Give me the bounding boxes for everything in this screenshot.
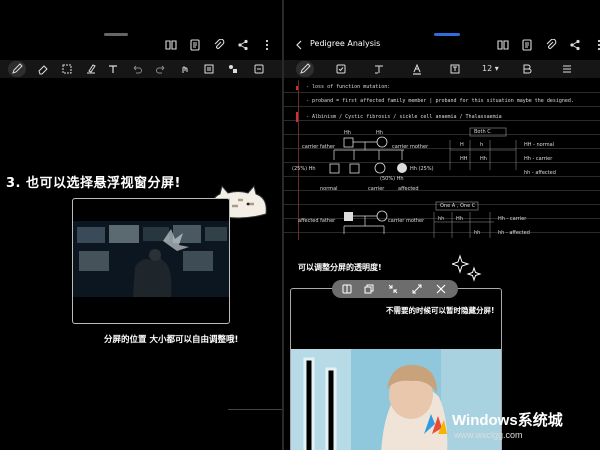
right-drawing-toolbar: 12 ▾ <box>284 60 600 78</box>
pen-icon[interactable] <box>10 62 24 76</box>
right-caption-bottom: 不需要的时候可以暂时隐藏分屏! <box>386 306 495 315</box>
label-carrier-mother: carrier mother <box>388 218 425 224</box>
close-icon[interactable] <box>434 282 448 296</box>
expand-icon[interactable] <box>410 282 424 296</box>
genotype-normal: HH - normal <box>524 142 555 148</box>
list-format-icon[interactable] <box>560 62 574 76</box>
punnett-cell: hh <box>474 230 481 236</box>
label-pct3: Hh (25%) <box>410 166 434 172</box>
punnett-cell: HH <box>460 156 468 162</box>
book-icon[interactable] <box>496 38 510 52</box>
left-drawing-toolbar <box>0 60 282 78</box>
right-pane: Pedigree Analysis 12 ▾ - loss of functio… <box>284 0 600 450</box>
left-pane: 3. 也可以选择悬浮视窗分屏! 分屏的位置 大小都可以自由调整哦! <box>0 0 282 450</box>
share-icon[interactable] <box>236 38 250 52</box>
genotype-affected: hh - affected <box>524 170 556 176</box>
book-icon[interactable] <box>164 38 178 52</box>
watermark-url: www.wxclgg.com <box>454 430 523 440</box>
punnett-cell: H <box>460 142 464 148</box>
minimize-icon[interactable] <box>386 282 400 296</box>
text-color-icon[interactable] <box>410 62 424 76</box>
attachment-icon[interactable] <box>544 38 558 52</box>
sparkle-icon <box>452 254 482 282</box>
floating-video-window[interactable] <box>72 198 230 324</box>
genotype-affected: hh - affected <box>498 230 530 236</box>
watermark-title: Windows系统城 <box>452 412 563 429</box>
document-icon[interactable] <box>188 38 202 52</box>
label-hh: Hh <box>376 130 383 136</box>
undo-icon[interactable] <box>130 62 144 76</box>
genotype-carrier: Hh - carrier <box>498 216 527 222</box>
right-top-toolbar <box>496 38 600 52</box>
label-normal: normal <box>320 186 338 192</box>
redo-icon[interactable] <box>154 62 168 76</box>
left-drag-handle[interactable] <box>104 33 128 36</box>
punnett-cell: Hh <box>480 156 487 162</box>
punnett-cell: Hh <box>456 216 463 222</box>
video-frame <box>73 221 229 297</box>
scan-icon[interactable] <box>202 62 216 76</box>
opacity-icon[interactable] <box>340 282 354 296</box>
windows-logo-icon <box>424 414 447 434</box>
genotype-carrier: Hh - carrier <box>524 156 553 162</box>
more-icon[interactable] <box>260 38 274 52</box>
share-icon[interactable] <box>568 38 582 52</box>
label-carrier-mother: carrier mother <box>392 144 429 150</box>
text-box-icon[interactable] <box>448 62 462 76</box>
switch-icon[interactable] <box>362 282 376 296</box>
punnett-cell: h <box>480 142 484 148</box>
label-carrier: carrier <box>368 186 385 192</box>
right-header: Pedigree Analysis <box>284 36 600 54</box>
checkbox-icon[interactable] <box>334 62 348 76</box>
notes-canvas[interactable]: - loss of function mutation: - proband =… <box>284 80 600 240</box>
label-pct1: (25%) Hh <box>292 166 316 172</box>
text-icon[interactable] <box>106 62 120 76</box>
back-arrow-icon[interactable] <box>292 38 306 52</box>
left-caption-bottom: 分屏的位置 大小都可以自由调整哦! <box>104 335 239 345</box>
right-caption-top: 可以调整分屏的透明度! <box>298 263 382 272</box>
pen-icon[interactable] <box>298 62 312 76</box>
eraser-icon[interactable] <box>36 62 50 76</box>
attachment-icon[interactable] <box>212 38 226 52</box>
lasso-icon[interactable] <box>60 62 74 76</box>
read-mode-icon[interactable] <box>252 62 266 76</box>
label-pct2: (50%) Hh <box>380 176 404 182</box>
bold-icon[interactable] <box>520 62 534 76</box>
box-label: One A , One C <box>440 203 476 209</box>
text-style-icon[interactable] <box>372 62 386 76</box>
punnett-cell: hh <box>438 216 445 222</box>
more-icon[interactable] <box>592 38 600 52</box>
box-label: Both C <box>474 129 491 135</box>
watermark: Windows系统城 www.wxclgg.com <box>420 406 598 446</box>
font-size-select[interactable]: 12 ▾ <box>482 64 499 73</box>
left-caption-top: 3. 也可以选择悬浮视窗分屏! <box>6 176 181 191</box>
label-carrier-father: carrier father <box>302 144 336 150</box>
left-top-toolbar <box>164 38 274 52</box>
shapes-icon[interactable] <box>226 62 240 76</box>
label-affected: affected <box>398 186 419 192</box>
label-hh: Hh <box>344 130 351 136</box>
document-icon[interactable] <box>520 38 534 52</box>
left-divider-line <box>228 409 282 410</box>
touch-icon[interactable] <box>178 62 192 76</box>
document-title: Pedigree Analysis <box>310 39 381 48</box>
highlighter-icon[interactable] <box>84 62 98 76</box>
label-affected-father: affected father <box>298 218 336 224</box>
font-size-value: 12 <box>482 64 493 73</box>
floating-window-toolbar <box>332 280 458 298</box>
